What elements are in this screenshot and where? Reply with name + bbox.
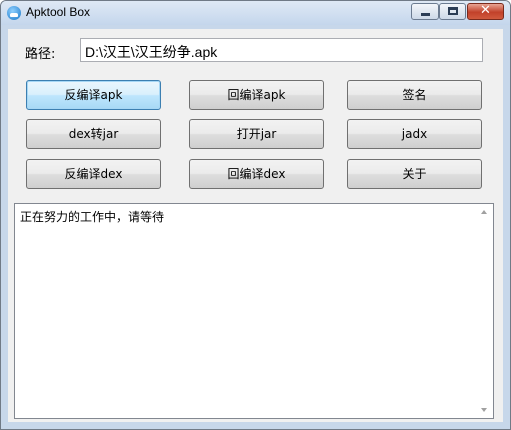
- dex-to-jar-button[interactable]: dex转jar: [26, 119, 161, 149]
- scroll-down-arrow-icon[interactable]: [481, 408, 487, 412]
- maximize-button[interactable]: [439, 3, 466, 20]
- path-input[interactable]: D:\汉王\汉王纷争.apk: [80, 38, 483, 62]
- minimize-button[interactable]: [411, 3, 439, 20]
- about-button[interactable]: 关于: [347, 159, 482, 189]
- decompile-apk-button[interactable]: 反编译apk: [26, 80, 161, 110]
- jadx-button[interactable]: jadx: [347, 119, 482, 149]
- recompile-dex-button[interactable]: 回编译dex: [189, 159, 324, 189]
- path-label: 路径:: [25, 47, 56, 62]
- log-scrollbar[interactable]: [476, 204, 493, 418]
- title-bar[interactable]: Apktool Box ✕: [1, 1, 510, 25]
- decompile-dex-button[interactable]: 反编译dex: [26, 159, 161, 189]
- apktool-cloud-icon: [7, 6, 21, 20]
- maximize-icon: [448, 7, 458, 15]
- window-title: Apktool Box: [26, 5, 91, 19]
- recompile-apk-button[interactable]: 回编译apk: [189, 80, 324, 110]
- open-jar-button[interactable]: 打开jar: [189, 119, 324, 149]
- scroll-up-arrow-icon[interactable]: [481, 210, 487, 214]
- minimize-icon: [421, 13, 430, 16]
- close-icon: ✕: [480, 3, 491, 18]
- sign-button[interactable]: 签名: [347, 80, 482, 110]
- close-button[interactable]: ✕: [467, 3, 504, 20]
- log-output[interactable]: 正在努力的工作中，请等待: [14, 203, 494, 419]
- log-text: 正在努力的工作中，请等待: [20, 210, 165, 224]
